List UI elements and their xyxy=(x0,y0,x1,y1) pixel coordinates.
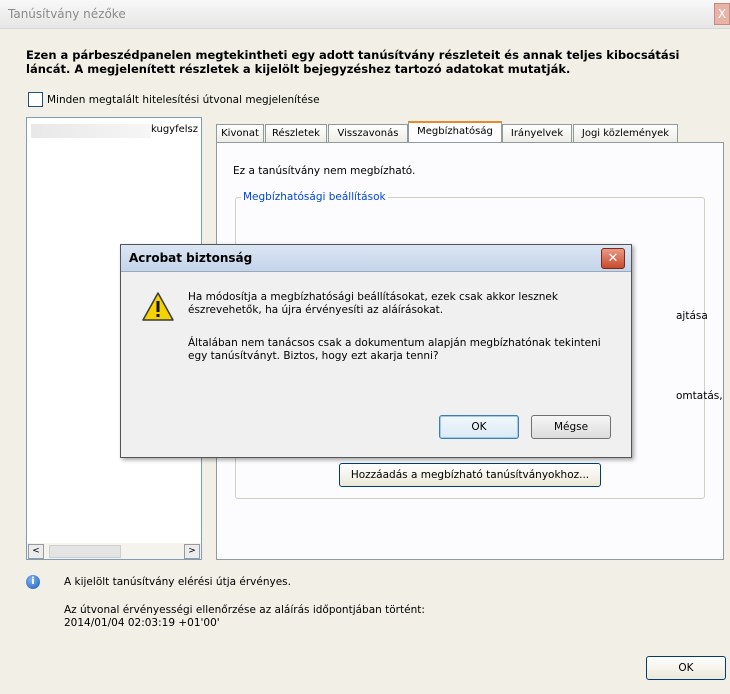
tab-jogi-kozlemenyek[interactable]: Jogi közlemények xyxy=(573,124,678,143)
dialog-close-icon[interactable]: ✕ xyxy=(601,248,625,269)
validation-check-line: Az útvonal érvényességi ellenőrzése az a… xyxy=(64,604,425,616)
hidden-option-text-2: omtatás, xyxy=(676,390,723,402)
validation-time-text: Az útvonal érvényességi ellenőrzése az a… xyxy=(64,604,425,630)
redacted-name xyxy=(31,124,151,138)
tab-iranyelvek[interactable]: Irányelvek xyxy=(502,124,572,143)
dialog-message-2: Általában nem tanácsos csak a dokumentum… xyxy=(188,337,601,362)
acrobat-security-dialog: Acrobat biztonság ✕ Ha módosítja a megbí… xyxy=(120,244,632,458)
trust-settings-legend: Megbízhatósági beállítások xyxy=(241,191,388,203)
valid-path-status: A kijelölt tanúsítvány elérési útja érvé… xyxy=(64,576,291,588)
dialog-ok-button[interactable]: OK xyxy=(439,415,519,439)
dialog-message-1: Ha módosítja a megbízhatósági beállításo… xyxy=(188,291,558,316)
show-all-paths-row[interactable]: Minden megtalált hitelesítési útvonal me… xyxy=(28,92,320,107)
scroll-thumb[interactable] xyxy=(49,545,121,558)
ok-button[interactable]: OK xyxy=(646,656,726,680)
add-to-trusted-button[interactable]: Hozzáadás a megbízható tanúsítványokhoz.… xyxy=(339,463,601,487)
tab-reszletek[interactable]: Részletek xyxy=(265,124,327,143)
validation-timestamp: 2014/01/04 02:03:19 +01'00' xyxy=(64,617,220,629)
certificate-viewer-window: Tanúsítvány nézőke X Ezen a párbeszédpan… xyxy=(0,0,730,694)
scroll-right-arrow-icon[interactable]: > xyxy=(184,544,200,559)
show-all-paths-label[interactable]: Minden megtalált hitelesítési útvonal me… xyxy=(47,94,320,106)
scroll-left-arrow-icon[interactable]: < xyxy=(28,544,44,559)
hidden-option-text-1: ajtása xyxy=(676,310,708,322)
info-icon: i xyxy=(26,575,40,589)
dialog-cancel-button[interactable]: Mégse xyxy=(531,415,611,439)
show-all-paths-checkbox[interactable] xyxy=(28,92,43,107)
tree-horizontal-scrollbar[interactable]: < > xyxy=(26,543,202,560)
warning-icon xyxy=(142,292,174,321)
trust-message: Ez a tanúsítvány nem megbízható. xyxy=(233,165,416,177)
window-title: Tanúsítvány nézőke xyxy=(8,7,126,21)
intro-text: Ezen a párbeszédpanelen megtekintheti eg… xyxy=(26,48,680,76)
tab-kivonat[interactable]: Kivonat xyxy=(216,124,264,143)
close-icon[interactable]: X xyxy=(714,3,730,25)
dialog-title-bar: Acrobat biztonság ✕ xyxy=(121,245,631,272)
title-bar: Tanúsítvány nézőke X xyxy=(0,0,730,29)
tab-visszavonas[interactable]: Visszavonás xyxy=(328,124,408,143)
tree-node[interactable]: kugyfelsz xyxy=(31,124,198,138)
dialog-title: Acrobat biztonság xyxy=(129,251,253,265)
tree-node-label: kugyfelsz xyxy=(151,124,198,135)
